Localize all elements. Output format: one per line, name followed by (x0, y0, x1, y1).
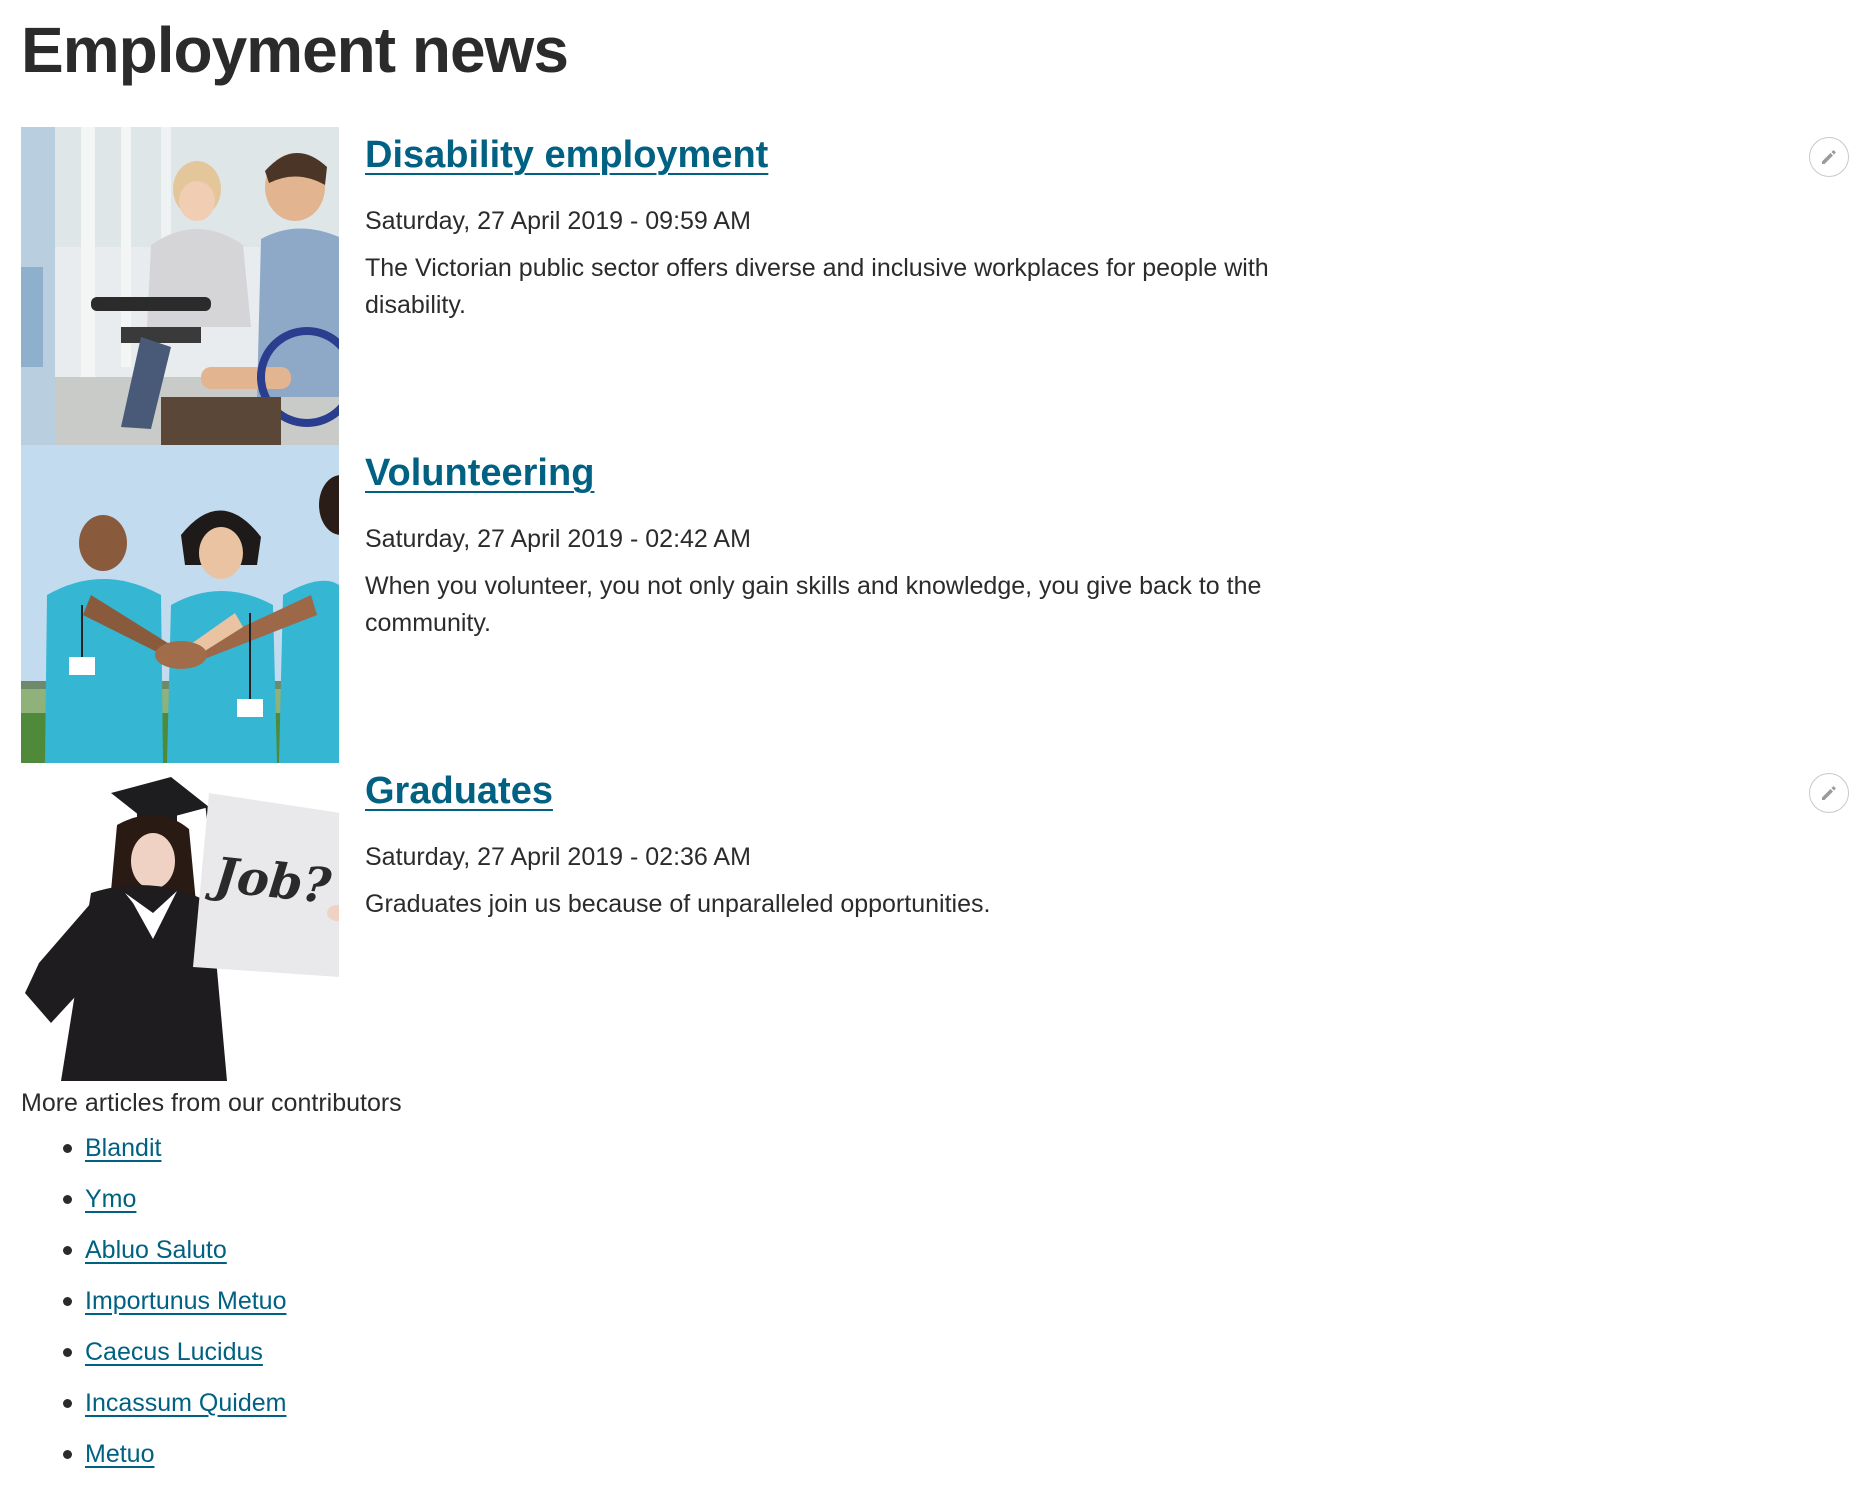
contributors-heading: More articles from our contributors (21, 1089, 402, 1117)
bullet-icon (63, 1144, 72, 1153)
article-body: Disability employment Saturday, 27 April… (365, 127, 1465, 324)
bullet-icon (63, 1399, 72, 1408)
pencil-icon (1822, 786, 1836, 800)
contributors-list: Blandit Ymo Abluo Saluto Importunus Metu… (21, 1131, 287, 1488)
pencil-icon (1822, 150, 1836, 164)
contributor-link[interactable]: Importunus Metuo (85, 1287, 287, 1315)
bullet-icon (63, 1195, 72, 1204)
article-item: Volunteering Saturday, 27 April 2019 - 0… (21, 445, 1861, 763)
contributor-link[interactable]: Metuo (85, 1440, 154, 1468)
page: Employment news Disability employment Sa… (0, 0, 1868, 1494)
bullet-icon (63, 1450, 72, 1459)
list-item: Abluo Saluto (21, 1233, 287, 1284)
page-title: Employment news (21, 14, 569, 86)
article-body: Graduates Saturday, 27 April 2019 - 02:3… (365, 763, 1465, 923)
bullet-icon (63, 1348, 72, 1357)
article-image[interactable]: Job? (21, 763, 339, 1081)
article-item: Job? Graduates Saturday, 27 April 2019 -… (21, 763, 1861, 1081)
contributor-link[interactable]: Incassum Quidem (85, 1389, 286, 1417)
list-item: Incassum Quidem (21, 1386, 287, 1437)
list-item: Importunus Metuo (21, 1284, 287, 1335)
article-title-link[interactable]: Volunteering (365, 449, 594, 497)
contributor-link[interactable]: Caecus Lucidus (85, 1338, 263, 1366)
article-title-link[interactable]: Disability employment (365, 131, 768, 179)
article-date: Saturday, 27 April 2019 - 09:59 AM (365, 207, 751, 235)
edit-button[interactable] (1809, 137, 1849, 177)
article-summary: When you volunteer, you not only gain sk… (365, 572, 1262, 637)
article-summary: Graduates join us because of unparallele… (365, 890, 991, 918)
edit-button[interactable] (1809, 773, 1849, 813)
list-item: Metuo (21, 1437, 287, 1488)
bullet-icon (63, 1297, 72, 1306)
bullet-icon (63, 1246, 72, 1255)
article-image[interactable] (21, 445, 339, 763)
list-item: Ymo (21, 1182, 287, 1233)
contributor-link[interactable]: Blandit (85, 1134, 161, 1162)
article-image[interactable] (21, 127, 339, 445)
article-summary: The Victorian public sector offers diver… (365, 254, 1269, 319)
article-item: Disability employment Saturday, 27 April… (21, 127, 1861, 445)
article-title-link[interactable]: Graduates (365, 767, 553, 815)
article-date: Saturday, 27 April 2019 - 02:36 AM (365, 843, 751, 871)
article-body: Volunteering Saturday, 27 April 2019 - 0… (365, 445, 1465, 642)
contributor-link[interactable]: Abluo Saluto (85, 1236, 227, 1264)
contributor-link[interactable]: Ymo (85, 1185, 136, 1213)
list-item: Blandit (21, 1131, 287, 1182)
article-date: Saturday, 27 April 2019 - 02:42 AM (365, 525, 751, 553)
list-item: Caecus Lucidus (21, 1335, 287, 1386)
